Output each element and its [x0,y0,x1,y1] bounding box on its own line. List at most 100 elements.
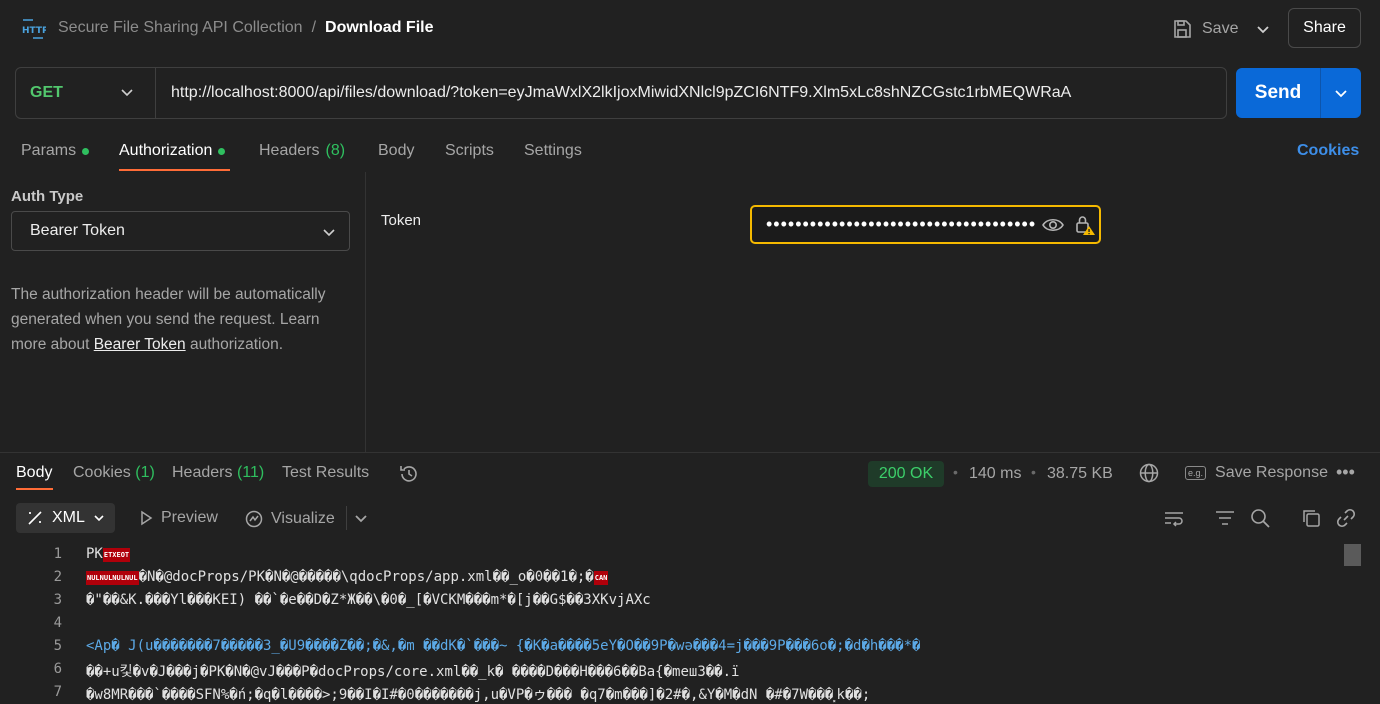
visualize-options-chevron-icon[interactable] [350,507,372,529]
auth-type-label: Auth Type [11,188,84,205]
code-line: 3 �"��&K.���Yl���KEI) ��`�e��D�Z*Ж��\�0�… [0,590,1380,613]
breadcrumb: Secure File Sharing API Collection / Downl… [58,19,433,37]
response-tab-cookies[interactable]: Cookies (1) [73,464,155,482]
send-divider [1320,68,1321,118]
line-text: PKETXEOT [86,546,131,562]
token-masked-value: •••••••••••••••••••••••••••••••••••••••• [766,214,1036,234]
auth-type-panel: Auth Type Bearer Token The authorization… [0,172,366,452]
example-icon: e.g. [1185,466,1207,480]
code-line: 4 [0,613,1380,636]
save-response-label: Save Response [1215,464,1328,481]
visualize-button[interactable]: Visualize [244,509,335,529]
method-select[interactable]: GET [16,68,156,118]
search-icon[interactable] [1249,507,1271,529]
line-text: NULNULNULNUL�N�@docProps/PK�N�@�����\qdo… [86,569,609,585]
chevron-down-icon [94,515,104,522]
save-button[interactable]: Save [1172,14,1238,44]
line-number: 7 [53,684,62,700]
tab-headers-count: (8) [325,142,346,159]
save-response-button[interactable]: e.g. Save Response [1185,462,1328,484]
auth-help-after: authorization. [185,336,284,353]
format-value: XML [52,509,85,526]
tab-body[interactable]: Body [378,142,414,160]
line-number: 1 [53,546,62,562]
send-options-chevron-icon[interactable] [1333,85,1349,101]
globe-icon[interactable] [1138,462,1160,484]
editor-scrollbar[interactable] [1344,544,1361,566]
line-number: 3 [53,592,62,608]
response-body-editor[interactable]: 1 PKETXEOT 2 NULNULNULNUL�N�@docProps/PK… [0,544,1380,704]
code-line: 2 NULNULNULNUL�N�@docProps/PK�N�@�����\q… [0,567,1380,590]
status-badge[interactable]: 200 OK [868,461,944,487]
line-number: 5 [53,638,62,654]
chevron-down-icon [121,89,133,97]
meta-dot-separator: • [1031,464,1036,480]
url-input[interactable]: http://localhost:8000/api/files/download… [171,68,1211,118]
line-text-content: PK [86,546,103,562]
tab-params[interactable]: Params [21,142,90,160]
code-line: 1 PKETXEOT [0,544,1380,567]
tab-settings[interactable]: Settings [524,142,582,160]
preview-button[interactable]: Preview [138,509,218,527]
chevron-down-icon [323,229,335,237]
response-tab-test-results[interactable]: Test Results [282,464,369,482]
response-size[interactable]: 38.75 KB [1047,465,1113,483]
response-active-tab-indicator [16,488,53,490]
tab-authorization-label: Authorization [119,142,213,159]
wand-icon [28,511,42,525]
tab-headers[interactable]: Headers (8) [259,142,345,160]
response-tab-headers[interactable]: Headers (11) [172,464,264,482]
history-icon[interactable] [398,463,420,485]
eye-icon[interactable] [1042,215,1064,235]
line-text: <Ap� J(u�������7�����3_�U9����Z��;�&,�m … [86,638,921,654]
token-label: Token [381,212,422,229]
tab-authorization[interactable]: Authorization [119,142,226,160]
preview-label: Preview [161,509,218,526]
authorization-active-dot [218,147,226,155]
cookies-link[interactable]: Cookies [1297,142,1359,160]
breadcrumb-separator: / [311,19,317,36]
wrap-lines-icon[interactable] [1163,507,1185,529]
send-button[interactable]: Send [1236,68,1320,118]
line-text: �w8MR���`����SFN%�ń;�q�l����>;9��I�I#�0�… [86,687,871,703]
tab-scripts[interactable]: Scripts [445,142,494,160]
response-tab-body[interactable]: Body [16,464,52,482]
breadcrumb-collection[interactable]: Secure File Sharing API Collection [58,19,303,36]
breadcrumb-current[interactable]: Download File [325,19,433,36]
code-line: 6 ��+u킻�v�J���j�PK�N�@vJ���P�docProps/co… [0,659,1380,682]
auth-type-select[interactable]: Bearer Token [11,211,350,251]
params-active-dot [82,147,90,155]
line-number: 6 [53,661,62,677]
copy-icon[interactable] [1300,507,1322,529]
tab-headers-label: Headers [259,142,320,159]
share-button[interactable]: Share [1288,8,1361,48]
method-value: GET [30,84,63,101]
token-input[interactable]: •••••••••••••••••••••••••••••••••••••••• [750,205,1101,244]
response-headers-count: (11) [236,464,265,481]
format-select[interactable]: XML [16,503,115,533]
line-text: ��+u킻�v�J���j�PK�N�@vJ���P�docProps/core… [86,664,740,680]
auth-help-text: The authorization header will be automat… [11,282,356,357]
active-tab-indicator [119,169,230,171]
auth-type-value: Bearer Token [30,222,125,239]
code-line: 5 <Ap� J(u�������7�����3_�U9����Z��;�&,�… [0,636,1380,659]
response-divider [0,452,1380,453]
save-options-chevron-icon[interactable] [1252,18,1274,40]
lock-warning-icon[interactable] [1074,214,1096,236]
bearer-token-link[interactable]: Bearer Token [94,336,186,353]
http-request-icon: HTTP [20,16,49,42]
more-options-icon[interactable]: ••• [1336,462,1355,483]
visualize-icon [245,510,263,528]
toolbar-divider [346,506,347,530]
link-icon[interactable] [1335,507,1357,529]
save-label: Save [1202,20,1239,37]
play-icon [141,510,153,526]
response-time[interactable]: 140 ms [969,465,1021,483]
response-tab-headers-label: Headers [172,464,233,481]
code-line: 7 �w8MR���`����SFN%�ń;�q�l����>;9��I�I#�… [0,682,1380,704]
response-tab-cookies-label: Cookies [73,464,131,481]
response-cookies-count: (1) [135,464,155,481]
send-button-group: Send [1236,68,1361,118]
filter-icon[interactable] [1214,507,1236,529]
meta-dot-separator: • [953,464,958,480]
